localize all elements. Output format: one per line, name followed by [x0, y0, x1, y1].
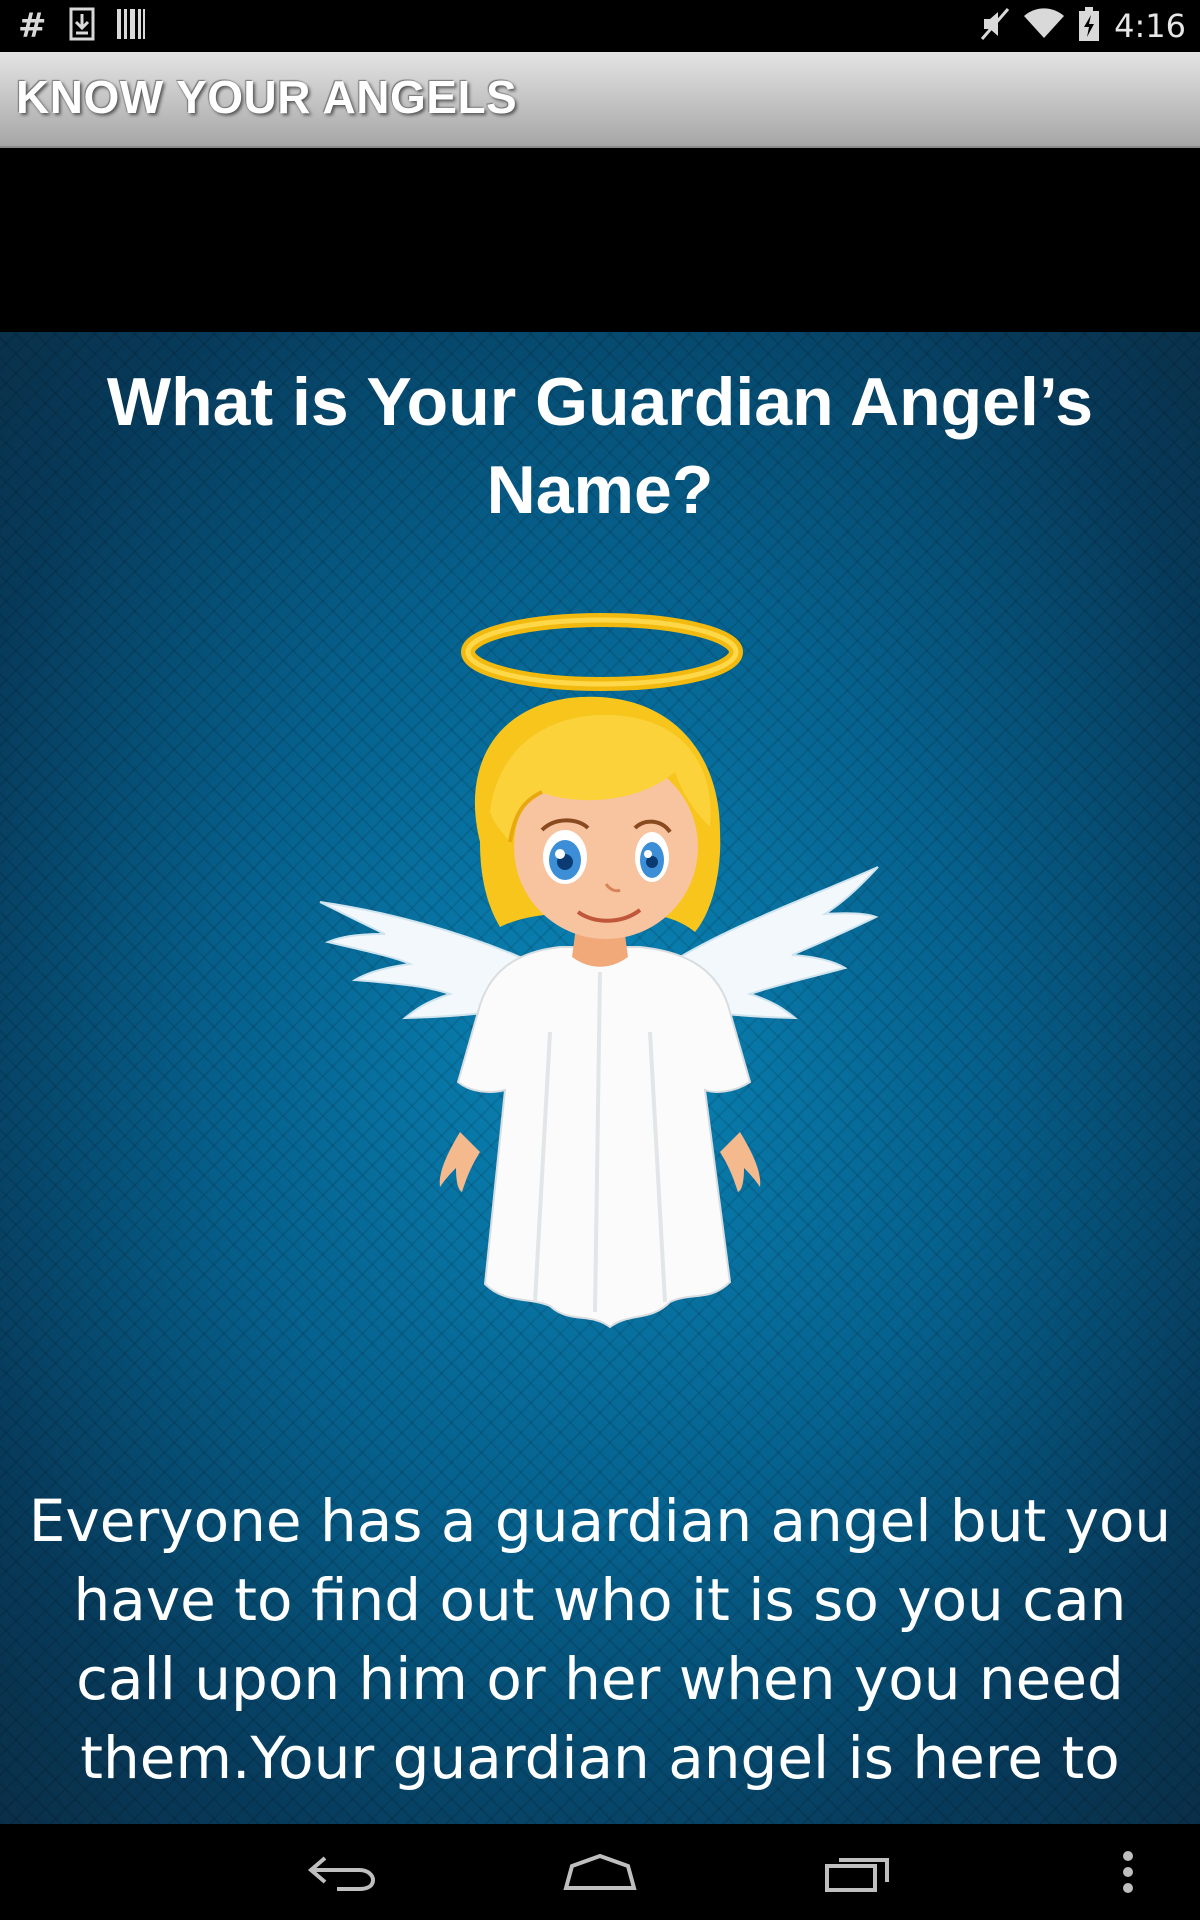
mute-icon — [980, 7, 1010, 45]
page-heading: What is Your Guardian Angel’s Name? — [106, 364, 1094, 528]
navigation-bar — [0, 1824, 1200, 1920]
home-icon[interactable] — [550, 1842, 650, 1902]
clock: 4:16 — [1114, 7, 1186, 45]
battery-charging-icon — [1078, 7, 1100, 45]
hash-icon: # — [18, 6, 47, 46]
right-arm — [720, 1132, 761, 1192]
back-icon[interactable] — [292, 1842, 392, 1902]
barcode-icon — [116, 9, 145, 43]
left-arm — [439, 1132, 480, 1192]
download-icon — [69, 7, 95, 45]
overflow-menu-icon[interactable] — [1098, 1842, 1158, 1902]
action-bar: KNOW YOUR ANGELS — [0, 52, 1200, 148]
recents-icon[interactable] — [808, 1842, 908, 1902]
status-bar: # 4:16 — [0, 0, 1200, 52]
notification-icons: # — [18, 6, 145, 46]
robe — [456, 946, 752, 1329]
system-icons: 4:16 — [980, 4, 1186, 48]
body-text: Everyone has a guardian angel but you ha… — [28, 1487, 1172, 1792]
wifi-icon — [1024, 8, 1065, 44]
angel-illustration — [319, 613, 879, 1329]
content-panel[interactable]: What is Your Guardian Angel’s Name? Ever… — [0, 332, 1200, 1824]
banner-area — [0, 148, 1200, 332]
app-title: KNOW YOUR ANGELS — [16, 71, 518, 123]
